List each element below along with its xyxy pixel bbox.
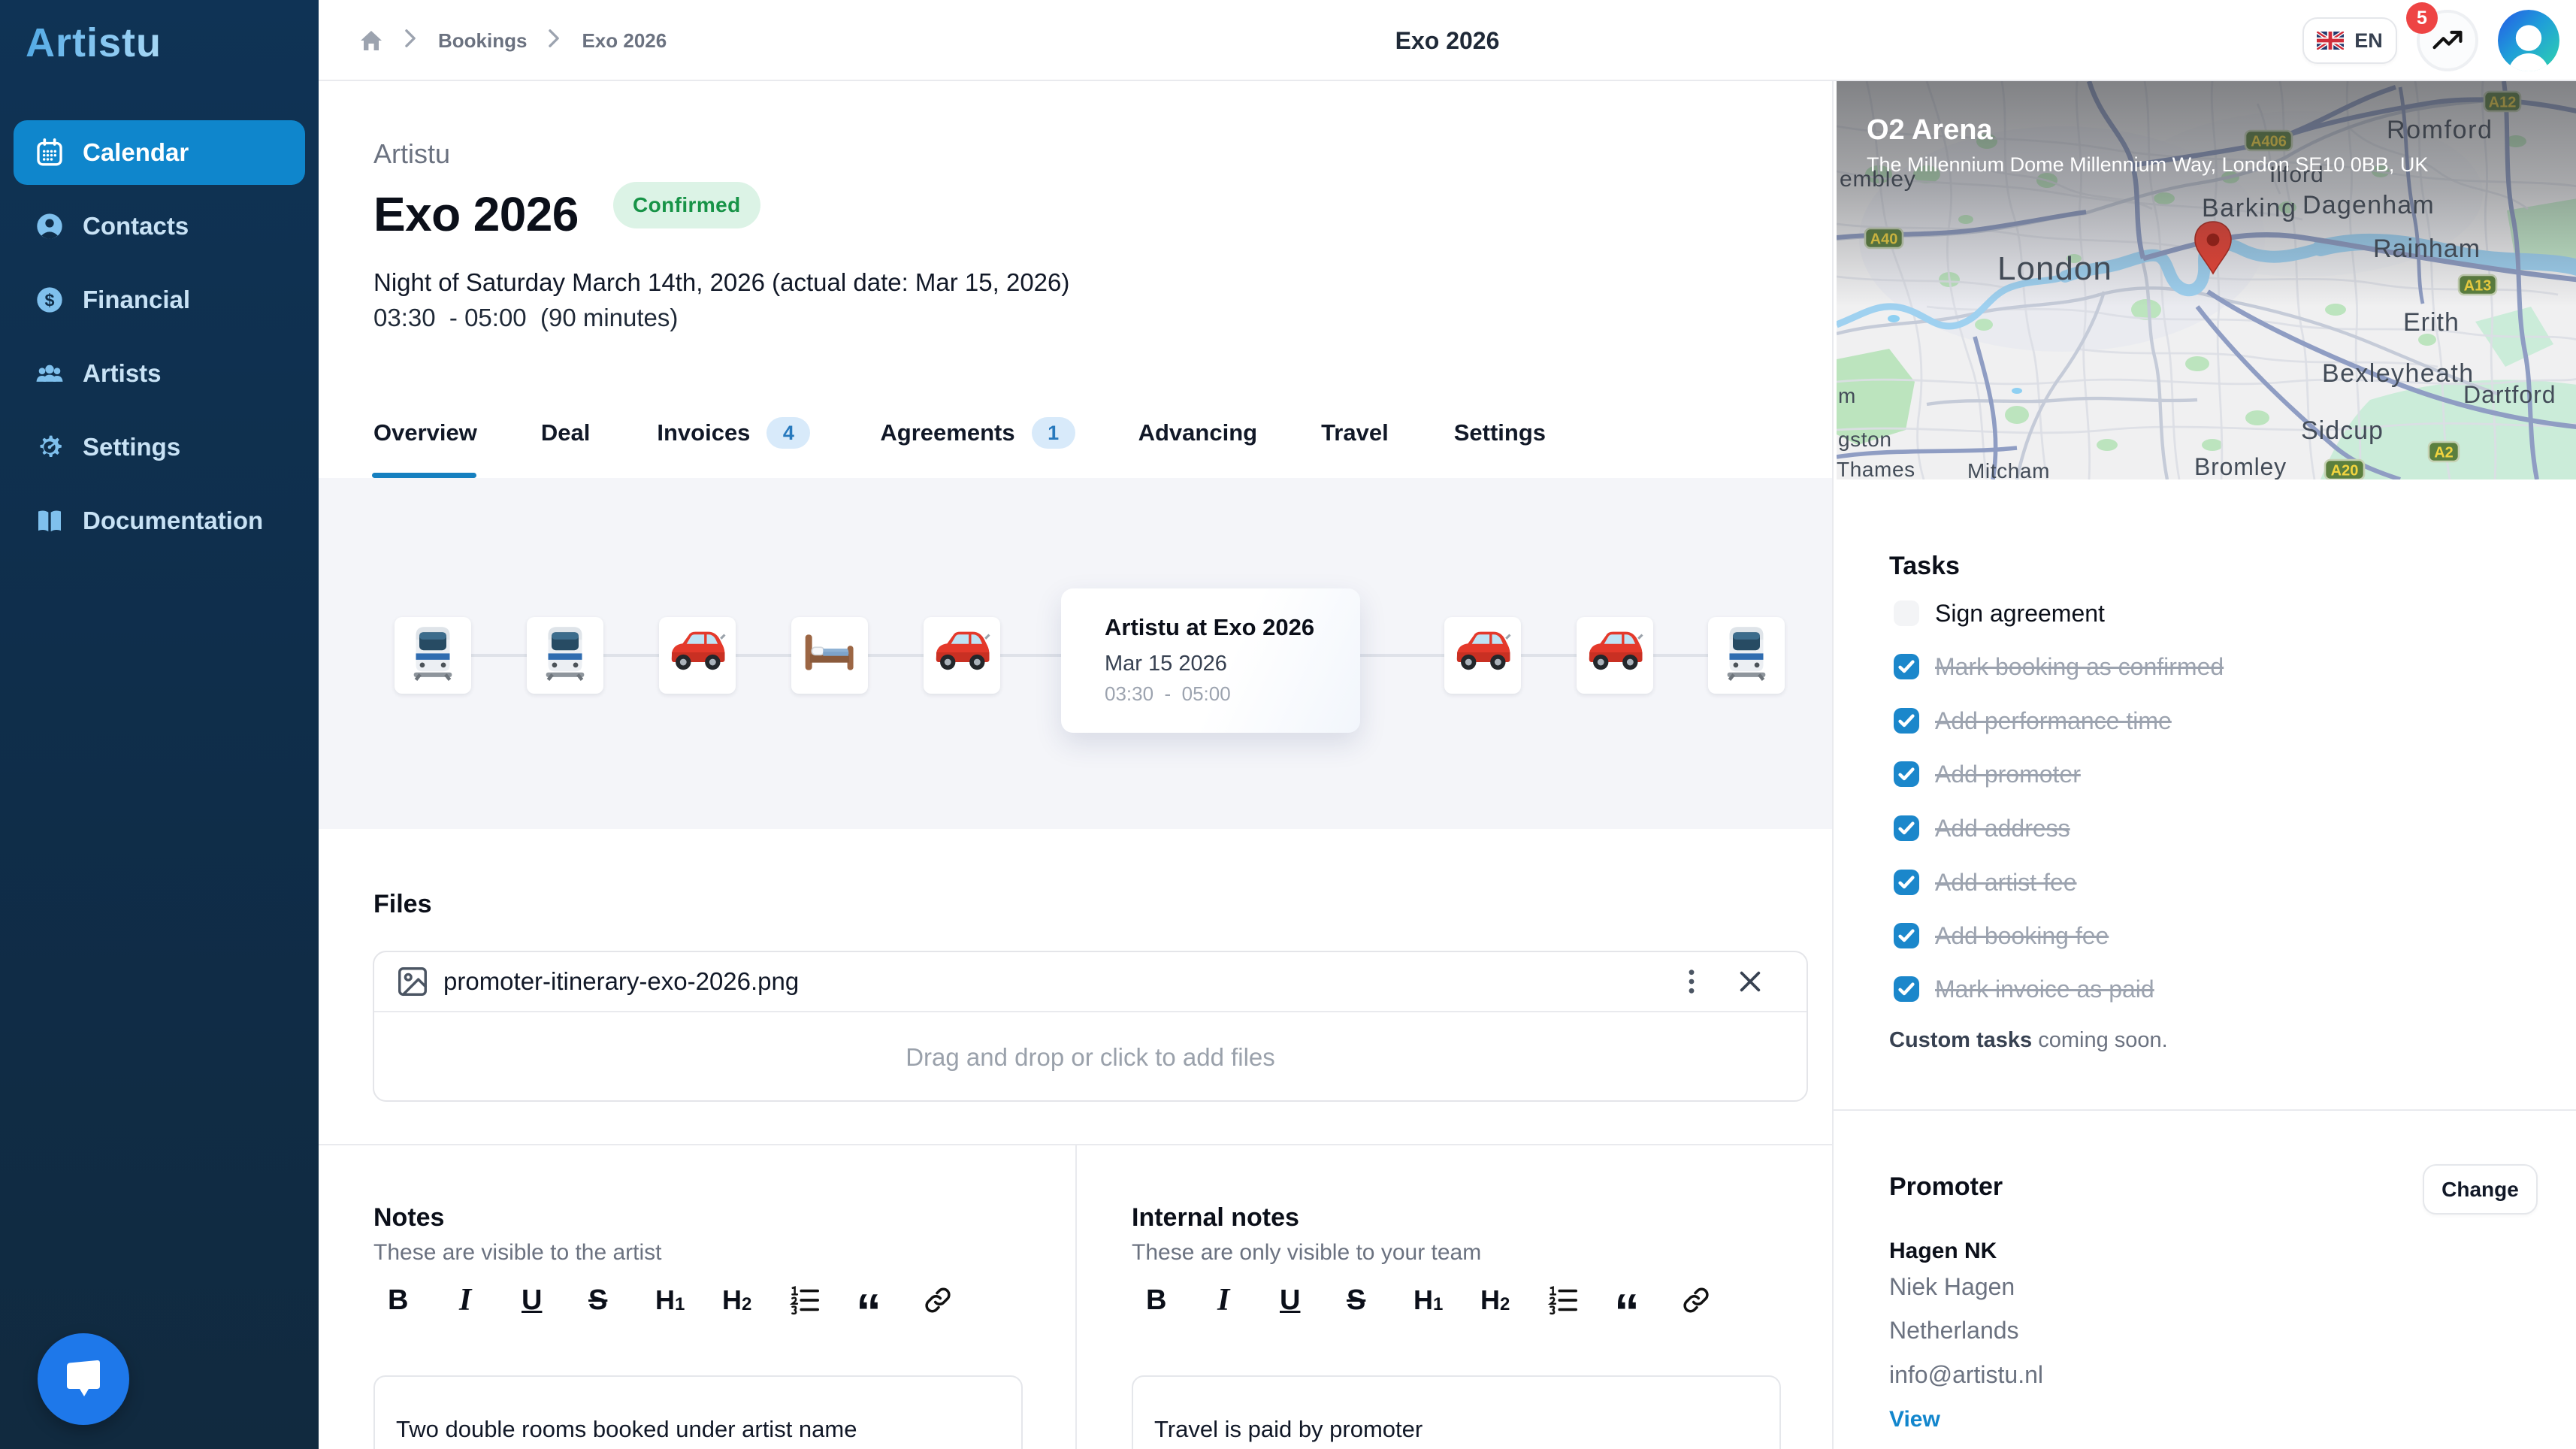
svg-text:m: m	[1838, 384, 1855, 407]
svg-text:A20: A20	[2331, 462, 2359, 479]
svg-text:Dartford: Dartford	[2463, 381, 2556, 408]
svg-text:Bexleyheath: Bexleyheath	[2322, 359, 2475, 388]
svg-text:Mitcham: Mitcham	[1967, 459, 2050, 479]
svg-text:Erith: Erith	[2403, 308, 2460, 337]
svg-text:gston: gston	[1838, 428, 1892, 451]
svg-text:Sidcup: Sidcup	[2301, 416, 2384, 445]
svg-text:A2: A2	[2434, 444, 2454, 461]
svg-text:Bromley: Bromley	[2194, 453, 2287, 479]
svg-text:Thames: Thames	[1837, 458, 1915, 479]
svg-text:$: $	[45, 290, 55, 310]
